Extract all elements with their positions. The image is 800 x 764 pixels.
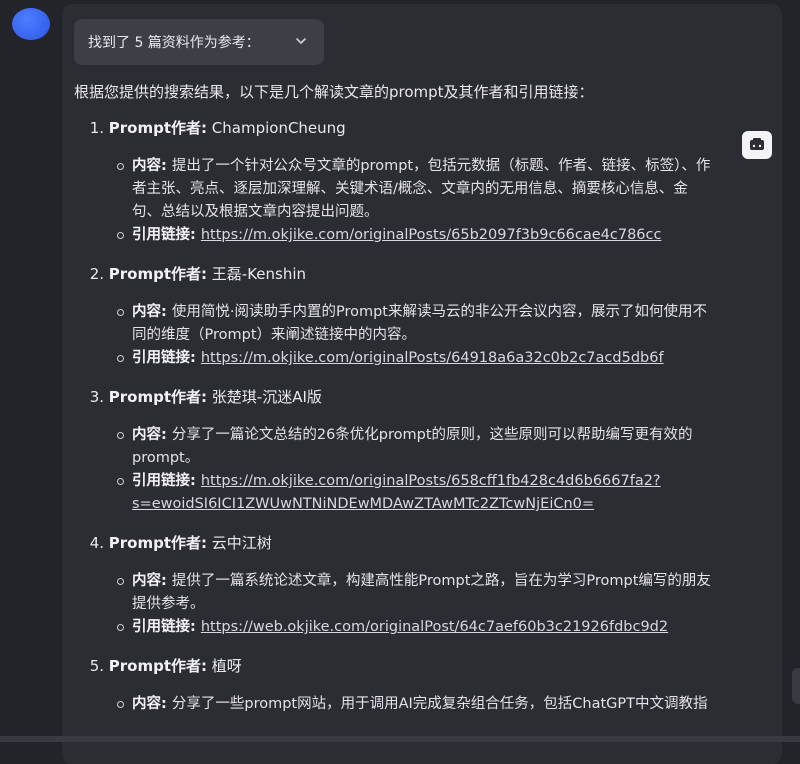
link-bullet: 引用链接: https://web.okjike.com/originalPos…: [117, 616, 774, 639]
link-bullet: 引用链接: https://m.okjike.com/originalPosts…: [117, 470, 774, 516]
author-label: Prompt作者: [108, 657, 202, 675]
item-heading: 2. Prompt作者: 王磊-Kenshin: [74, 263, 774, 285]
content-line: 句、总结以及根据文章内容提出问题。: [132, 204, 379, 220]
gamepad-icon: [750, 138, 764, 150]
scrollbar-handle[interactable]: [792, 668, 800, 704]
content-label: 内容: [132, 696, 161, 712]
item-heading: 4. Prompt作者: 云中江树: [74, 532, 774, 554]
chevron-down-icon: [296, 38, 306, 44]
item-heading: 1. Prompt作者: ChampionCheung: [74, 117, 774, 139]
link-bullet: 引用链接: https://m.okjike.com/originalPosts…: [117, 347, 774, 370]
content-label: 内容: [132, 158, 161, 174]
reference-link[interactable]: https://m.okjike.com/originalPosts/64918…: [201, 350, 664, 366]
content-line: 者主张、亮点、逐层加深理解、关键术语/概念、文章内的无用信息、摘要核心信息、金: [132, 181, 688, 197]
reference-link[interactable]: https://m.okjike.com/originalPosts/65b20…: [201, 227, 662, 243]
content-label: 内容: [132, 427, 161, 443]
bullet-icon: [117, 355, 124, 362]
item-heading: 5. Prompt作者: 植呀: [74, 655, 774, 677]
list-item: 3. Prompt作者: 张楚琪-沉迷AI版 内容: 分享了一篇论文总结的26条…: [74, 386, 774, 516]
content-line: 同的维度（Prompt）来阐述链接中的内容。: [132, 327, 417, 343]
content-label: 内容: [132, 573, 161, 589]
bullet-icon: [117, 163, 124, 170]
reference-link[interactable]: https://m.okjike.com/originalPosts/658cf…: [201, 473, 661, 489]
list-item: 2. Prompt作者: 王磊-Kenshin 内容: 使用简悦·阅读助手内置的…: [74, 263, 774, 370]
item-number: 1.: [89, 119, 104, 137]
assistant-avatar: [12, 8, 50, 40]
bullet-icon: [117, 701, 124, 708]
author-label: Prompt作者: [108, 265, 202, 283]
bullet-icon: [117, 478, 124, 485]
bullet-icon: [117, 432, 124, 439]
sources-toggle-button[interactable]: 找到了 5 篇资料作为参考：: [74, 19, 324, 65]
content-bullet: 内容: 使用简悦·阅读助手内置的Prompt来解读马云的非公开会议内容，展示了如…: [117, 301, 774, 347]
author-label: Prompt作者: [108, 534, 202, 552]
link-label: 引用链接: [132, 473, 190, 489]
content-line: 使用简悦·阅读助手内置的Prompt来解读马云的非公开会议内容，展示了如何使用不: [171, 304, 707, 320]
item-number: 4.: [89, 534, 104, 552]
content-bullet: 内容: 提出了一个针对公众号文章的prompt，包括元数据（标题、作者、链接、标…: [117, 155, 774, 224]
item-number: 5.: [89, 657, 104, 675]
link-label: 引用链接: [132, 619, 190, 635]
content-line: 提供参考。: [132, 596, 205, 612]
sources-toggle-label: 找到了 5 篇资料作为参考：: [88, 35, 260, 51]
content-line: prompt。: [132, 450, 200, 466]
item-number: 3.: [89, 388, 104, 406]
list-item: 5. Prompt作者: 植呀 内容: 分享了一些prompt网站，用于调用AI…: [74, 655, 774, 716]
bullet-icon: [117, 578, 124, 585]
author-name: 云中江树: [211, 534, 272, 552]
link-label: 引用链接: [132, 227, 190, 243]
reference-list: 1. Prompt作者: ChampionCheung 内容: 提出了一个针对公…: [74, 117, 774, 716]
item-number: 2.: [89, 265, 104, 283]
list-item: 1. Prompt作者: ChampionCheung 内容: 提出了一个针对公…: [74, 117, 774, 247]
author-name: ChampionCheung: [211, 119, 346, 137]
copy-button[interactable]: [742, 131, 772, 159]
content-line: 分享了一些prompt网站，用于调用AI完成复杂组合任务，包括ChatGPT中文…: [171, 696, 708, 712]
content-bullet: 内容: 分享了一篇论文总结的26条优化prompt的原则，这些原则可以帮助编写更…: [117, 424, 774, 470]
item-heading: 3. Prompt作者: 张楚琪-沉迷AI版: [74, 386, 774, 408]
bullet-icon: [117, 232, 124, 239]
reference-link[interactable]: s=ewoidSI6ICI1ZWUwNTNiNDEwMDAwZTAwMTc2ZT…: [132, 496, 594, 512]
author-label: Prompt作者: [108, 119, 202, 137]
assistant-message-panel: 找到了 5 篇资料作为参考： 根据您提供的搜索结果，以下是几个解读文章的prom…: [62, 4, 782, 764]
content-label: 内容: [132, 304, 161, 320]
list-item: 4. Prompt作者: 云中江树 内容: 提供了一篇系统论述文章，构建高性能P…: [74, 532, 774, 639]
content-line: 提出了一个针对公众号文章的prompt，包括元数据（标题、作者、链接、标签）、作: [171, 158, 711, 174]
author-name: 王磊-Kenshin: [211, 265, 307, 283]
bottom-divider: [0, 736, 800, 742]
content-bullet: 内容: 提供了一篇系统论述文章，构建高性能Prompt之路，旨在为学习Promp…: [117, 570, 774, 616]
content-bullet: 内容: 分享了一些prompt网站，用于调用AI完成复杂组合任务，包括ChatG…: [117, 693, 774, 716]
bullet-icon: [117, 624, 124, 631]
bullet-icon: [117, 309, 124, 316]
content-line: 分享了一篇论文总结的26条优化prompt的原则，这些原则可以帮助编写更有效的: [171, 427, 693, 443]
content-line: 提供了一篇系统论述文章，构建高性能Prompt之路，旨在为学习Prompt编写的…: [171, 573, 711, 589]
intro-text: 根据您提供的搜索结果，以下是几个解读文章的prompt及其作者和引用链接：: [74, 83, 594, 101]
link-label: 引用链接: [132, 350, 190, 366]
author-label: Prompt作者: [108, 388, 202, 406]
link-bullet: 引用链接: https://m.okjike.com/originalPosts…: [117, 224, 774, 247]
author-name: 植呀: [211, 657, 242, 675]
reference-link[interactable]: https://web.okjike.com/originalPost/64c7…: [201, 619, 668, 635]
author-name: 张楚琪-沉迷AI版: [211, 388, 322, 406]
